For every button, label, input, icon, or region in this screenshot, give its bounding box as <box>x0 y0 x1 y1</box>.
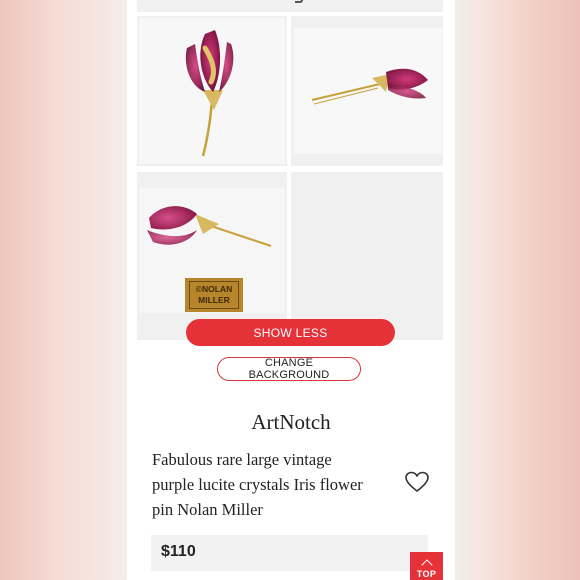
signature-stamp-text: ©NOLAN MILLER <box>189 281 239 309</box>
show-less-button[interactable]: SHOW LESS <box>186 319 395 346</box>
product-photo-2[interactable] <box>294 28 442 154</box>
price: $110 <box>161 543 196 560</box>
change-background-button[interactable]: CHANGE BACKGROUND <box>217 357 361 381</box>
photo-tile-empty <box>291 172 443 340</box>
product-photo-3[interactable]: ©NOLAN MILLER <box>139 188 285 313</box>
favorite-heart-icon[interactable] <box>405 471 429 493</box>
signature-stamp: ©NOLAN MILLER <box>185 278 243 312</box>
product-photo-1[interactable] <box>139 18 285 164</box>
price-bar: $110 <box>151 535 428 571</box>
brand-name[interactable]: ArtNotch <box>127 410 455 435</box>
back-to-top-button[interactable]: TOP <box>410 552 443 580</box>
listing-title: Fabulous rare large vintage purple lucit… <box>152 450 363 519</box>
flower-brooch-side-image <box>311 68 428 105</box>
flower-brooch-image <box>185 30 234 157</box>
listing-panel: ©NOLAN MILLER SHOW LESS CHANGE BACKGROUN… <box>127 0 455 580</box>
top-gallery-strip <box>137 0 443 12</box>
